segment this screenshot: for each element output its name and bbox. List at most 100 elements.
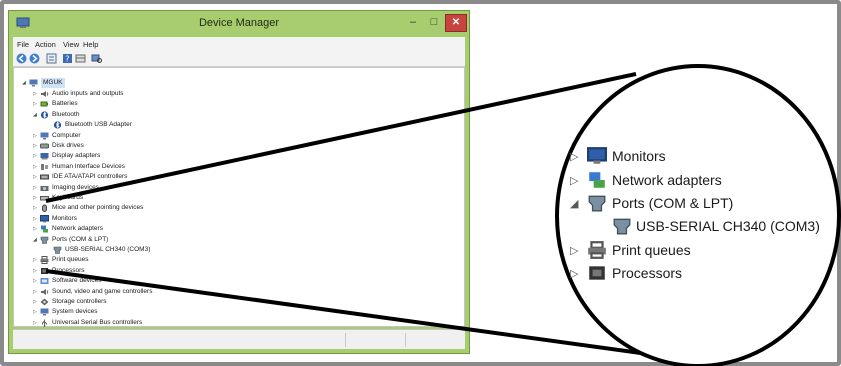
expand-arrow-icon[interactable]: ▷ xyxy=(33,203,39,213)
keyboard-icon xyxy=(40,196,49,201)
help-icon[interactable]: ? xyxy=(62,53,73,64)
zoom-item-label: Ports (COM & LPT) xyxy=(612,195,734,211)
printer-icon xyxy=(588,241,606,259)
properties-icon[interactable] xyxy=(46,53,57,64)
ide-icon xyxy=(40,174,49,180)
expand-arrow-icon[interactable]: ▷ xyxy=(33,162,39,172)
svg-text:?: ? xyxy=(65,55,69,64)
scan-icon[interactable] xyxy=(91,53,102,64)
device-tree-pane[interactable]: ◢ MGUK ▷ Audio inputs and outputs ▷ Batteri… xyxy=(13,67,465,327)
zoom-item-usb-serial-ch340-com3: USB-SERIAL CH340 (COM3) xyxy=(592,215,832,237)
tree-item-batteries[interactable]: ▷ Batteries xyxy=(33,99,253,109)
tree-item-keyboards[interactable]: ▷ Keyboards xyxy=(33,193,253,203)
computer-icon xyxy=(29,79,38,87)
display-icon xyxy=(40,153,49,160)
collapse-arrow-icon[interactable]: ◢ xyxy=(22,78,28,88)
maximize-button[interactable]: □ xyxy=(424,14,444,32)
tree-item-system-devices[interactable]: ▷ System devices xyxy=(33,307,253,317)
status-divider xyxy=(345,333,346,347)
collapse-arrow-icon: ◢ xyxy=(570,198,579,210)
back-icon[interactable] xyxy=(16,53,27,64)
expand-arrow-icon[interactable]: ▷ xyxy=(33,141,39,151)
menu-help[interactable]: Help xyxy=(83,40,98,49)
tree-item-label: Keyboards xyxy=(52,194,84,201)
tree-item-label: Audio inputs and outputs xyxy=(52,90,124,97)
close-button[interactable]: ✕ xyxy=(445,14,467,32)
expand-arrow-icon[interactable]: ▷ xyxy=(33,183,39,193)
menu-action[interactable]: Action xyxy=(35,40,56,49)
expand-arrow-icon: ▷ xyxy=(570,151,579,163)
expand-arrow-icon[interactable]: ▷ xyxy=(33,89,39,99)
expand-arrow-icon[interactable]: ▷ xyxy=(33,172,39,182)
tree-item-label: Network adapters xyxy=(52,225,103,233)
tree-item-label: Human Interface Devices xyxy=(52,162,125,170)
tree-item-label: Mice and other pointing devices xyxy=(52,204,144,212)
tree-item-label: Monitors xyxy=(52,214,77,222)
hid-icon xyxy=(41,163,48,170)
tree-item-software-devices[interactable]: ▷ Software devices xyxy=(33,276,253,286)
expand-arrow-icon[interactable]: ▷ xyxy=(33,255,39,265)
processor-icon xyxy=(41,267,48,274)
tree-item-print-queues[interactable]: ▷ Print queues xyxy=(33,255,253,265)
tree-item-label: Processors xyxy=(52,266,85,274)
expand-arrow-icon[interactable]: ▷ xyxy=(33,276,39,286)
tree-item-storage-controllers[interactable]: ▷ Storage controllers xyxy=(33,297,253,307)
speaker-icon xyxy=(41,91,49,97)
usb-icon xyxy=(42,319,47,327)
minimize-button[interactable]: – xyxy=(402,14,424,32)
expand-arrow-icon[interactable]: ▷ xyxy=(33,318,39,328)
tree-item-label: Ports (COM & LPT) xyxy=(52,235,109,243)
forward-icon[interactable] xyxy=(29,53,40,64)
expand-arrow-icon[interactable]: ▷ xyxy=(33,297,39,307)
tree-item-network-adapters[interactable]: ▷ Network adapters xyxy=(33,224,253,234)
tree-item-label: Sound, video and game controllers xyxy=(52,287,153,295)
expand-arrow-icon[interactable]: ▷ xyxy=(33,307,39,317)
zoom-item-label: Processors xyxy=(612,265,683,281)
tree-root-label: MGUK xyxy=(41,78,65,88)
tree-item-sound-video-and-game-controllers[interactable]: ▷ Sound, video and game controllers xyxy=(33,287,253,297)
expand-arrow-icon[interactable]: ▷ xyxy=(33,151,39,161)
tree-item-audio-inputs-and-outputs[interactable]: ▷ Audio inputs and outputs xyxy=(33,89,253,99)
tree-item-label: System devices xyxy=(52,308,98,316)
tree-item-label: Computer xyxy=(52,131,81,139)
tree-item-mice-and-other-pointing-devices[interactable]: ▷ Mice and other pointing devices xyxy=(33,203,253,213)
tree-item-processors[interactable]: ▷ Processors xyxy=(33,266,253,276)
tree-item-bluetooth-usb-adapter[interactable]: Bluetooth USB Adapter xyxy=(46,120,266,130)
view-icon[interactable] xyxy=(75,53,86,64)
tree-item-ports-com-lpt[interactable]: ◢ Ports (COM & LPT) xyxy=(33,235,253,245)
expand-arrow-icon[interactable]: ▷ xyxy=(33,224,39,234)
expand-arrow-icon[interactable]: ▷ xyxy=(33,214,39,224)
collapse-arrow-icon[interactable]: ◢ xyxy=(33,110,39,120)
camera-icon xyxy=(40,185,49,191)
title-bar[interactable]: Device Manager – □ ✕ xyxy=(9,11,469,37)
expand-arrow-icon[interactable]: ▷ xyxy=(33,266,39,276)
status-bar xyxy=(13,329,465,349)
tree-item-universal-serial-bus-controllers[interactable]: ▷ Universal Serial Bus controllers xyxy=(33,318,253,328)
device-manager-window: Device Manager – □ ✕ File Action View He… xyxy=(8,10,470,354)
tree-item-imaging-devices[interactable]: ▷ Imaging devices xyxy=(33,183,253,193)
tree-root[interactable]: ◢ MGUK xyxy=(22,78,82,88)
processor-icon xyxy=(589,266,605,280)
tree-item-monitors[interactable]: ▷ Monitors xyxy=(33,214,253,224)
tree-item-ide-ata-atapi-controllers[interactable]: ▷ IDE ATA/ATAPI controllers xyxy=(33,172,253,182)
tree-item-disk-drives[interactable]: ▷ Disk drives xyxy=(33,141,253,151)
tree-item-label: USB-SERIAL CH340 (COM3) xyxy=(65,246,151,253)
expand-arrow-icon[interactable]: ▷ xyxy=(33,131,39,141)
expand-arrow-icon[interactable]: ▷ xyxy=(33,193,39,203)
zoom-item-processors: ▷ Processors xyxy=(570,262,810,284)
menu-file[interactable]: File xyxy=(17,40,29,49)
tree-item-display-adapters[interactable]: ▷ Display adapters xyxy=(33,151,253,161)
expand-arrow-icon: ▷ xyxy=(570,175,579,187)
tree-item-usb-serial-ch340-com3[interactable]: USB-SERIAL CH340 (COM3) xyxy=(46,245,266,255)
collapse-arrow-icon[interactable]: ◢ xyxy=(33,235,39,245)
expand-arrow-icon: ▷ xyxy=(570,268,579,280)
expand-arrow-icon[interactable]: ▷ xyxy=(33,287,39,297)
tree-item-human-interface-devices[interactable]: ▷ Human Interface Devices xyxy=(33,162,253,172)
expand-arrow-icon[interactable]: ▷ xyxy=(33,99,39,109)
tree-item-label: Software devices xyxy=(52,277,102,285)
port-icon xyxy=(53,246,62,254)
tree-item-computer[interactable]: ▷ Computer xyxy=(33,131,253,141)
tree-item-bluetooth[interactable]: ◢ Bluetooth xyxy=(33,110,253,120)
menu-view[interactable]: View xyxy=(63,40,79,49)
computer-icon xyxy=(40,132,49,140)
